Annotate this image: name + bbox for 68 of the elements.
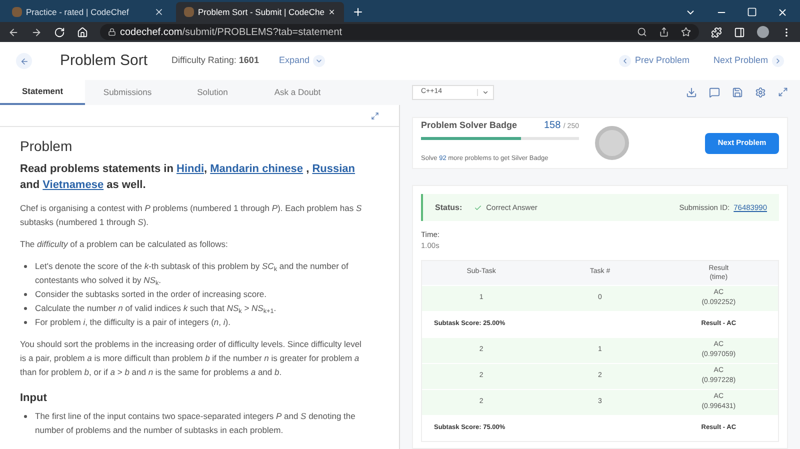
browser-tab[interactable]: Problem Sort - Submit | CodeChe [176,2,344,22]
tab[interactable]: Ask a Doubt [255,80,340,105]
bookmark-icon[interactable] [681,27,691,37]
tab[interactable]: Submissions [85,80,170,105]
expand-button[interactable]: Expand [278,54,326,68]
difficulty-rating: Difficulty Rating: 1601 [172,54,259,68]
download-icon[interactable] [686,87,697,98]
statement-paragraph: Chef is organising a contest with P problems (numbered 1 through P). Each problem has S subtasks (numbered 1 through S). [20,202,363,229]
reload-icon[interactable] [54,26,65,38]
home-icon[interactable] [77,26,88,38]
url-text: codechef.com/submit/PROBLEMS?tab=statement [120,26,342,40]
statement-paragraph: The difficulty of a problem can be calculated as follows: [20,238,229,251]
extensions-icon[interactable] [711,26,722,38]
bullet-icon [24,321,27,324]
input-heading: Input [20,391,48,405]
translations-note: Read problems statements in Hindi, Mandarin chinese , Russian and Vietnamese as well. [20,162,356,193]
new-tab-icon[interactable] [352,6,364,18]
language-link[interactable]: Mandarin chinese [210,163,304,175]
bullet-text: Consider the subtasks sorted in the order of increasing score. [35,288,267,301]
medal-icon [595,126,629,160]
check-icon [474,204,482,212]
bullet-icon [24,307,27,310]
arrow-left-icon [20,56,28,66]
language-link[interactable]: Russian [312,163,356,175]
badge-title: Problem Solver Badge [421,119,518,132]
profile-avatar[interactable] [757,26,769,38]
tab-title: Problem Sort - Submit | CodeChe [198,6,324,18]
forward-icon[interactable] [31,26,42,38]
bullet-text: The first line of the input contains two space-separated integers P and S denoting the number of problems and the number of subtasks in each problem. [35,410,356,437]
save-icon[interactable] [732,87,743,98]
expand-icon[interactable] [371,112,379,120]
back-icon[interactable] [8,26,19,38]
close-icon[interactable] [777,7,788,18]
close-icon[interactable] [154,7,164,17]
bullet-text: Calculate the number n of valid indices k such that NS$_{k}$ > NS$_{k+1}$. [35,302,276,315]
browser-tab[interactable]: Practice - rated | CodeChef [4,2,172,22]
bullet-text: For problem i, the difficulty is a pair of integers (n, i). [35,316,230,329]
bullet-text: Let's denote the score of the k-th subtask of this problem by SC$_{k}$ and the number of contestants who solved it by NS$_{k}$. [35,260,350,287]
url-field[interactable]: codechef.com/submit/PROBLEMS?tab=statement [100,24,699,40]
next-problem-link[interactable]: Next Problem [713,54,784,68]
side-panel-icon[interactable] [734,26,745,38]
share-icon[interactable] [659,27,669,37]
close-icon[interactable] [328,7,336,17]
caret-icon [482,89,489,96]
fullscreen-icon[interactable] [778,87,788,97]
tab[interactable]: Solution [170,80,255,105]
tab-title: Practice - rated | CodeChef [26,6,130,18]
favicon-icon [184,7,194,17]
problem-title: Problem Sort [60,50,148,71]
restore-icon[interactable] [747,7,757,17]
lock-icon [108,28,116,36]
status-label: Status: [435,202,462,214]
prev-problem-button[interactable]: Prev Problem [618,54,690,68]
back-button[interactable] [16,53,32,69]
chevron-right-icon [774,57,782,65]
bullet-icon [24,415,27,418]
chevron-down-icon [315,57,324,65]
language-link[interactable]: Vietnamese [42,179,104,191]
language-link[interactable]: Hindi [176,163,204,175]
statement-paragraph: You should sort the problems in the increasing order of difficulty levels. Since difficulty level is a pair, problem a is more difficult than problem b if the number n is greater for problem a than for problem b, or if a > b and n is the same for problems a and b. [20,338,362,379]
problem-heading: Problem [20,139,74,153]
bullet-icon [24,265,27,268]
settings-icon[interactable] [755,87,766,98]
chat-icon[interactable] [709,87,720,98]
zoom-icon[interactable] [637,27,647,37]
favicon-icon [12,7,22,17]
tab[interactable]: Statement [0,80,85,105]
bullet-icon [24,293,27,296]
